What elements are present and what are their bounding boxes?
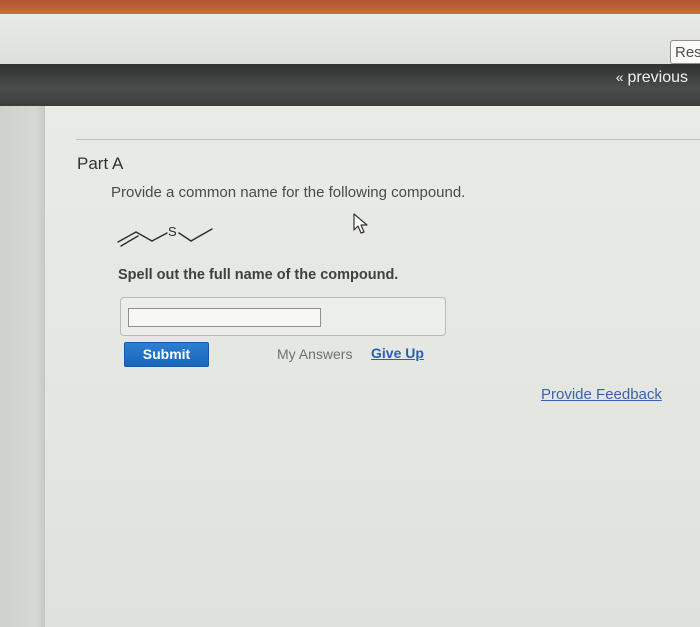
left-margin <box>0 106 45 627</box>
question-text: Provide a common name for the following … <box>111 184 466 201</box>
double-bond-line-2 <box>120 235 139 247</box>
answer-area <box>120 297 446 336</box>
section-divider <box>76 139 700 140</box>
compound-structure-image: S <box>117 224 213 247</box>
submit-button[interactable]: Submit <box>124 342 209 367</box>
previous-chevron-icon: « <box>615 69 624 85</box>
bond-line <box>190 228 213 242</box>
sulfur-atom-label: S <box>168 224 177 239</box>
top-toolbar: Res <box>0 14 700 68</box>
part-title: Part A <box>77 154 124 173</box>
reset-button[interactable]: Res <box>670 40 700 64</box>
provide-feedback-link[interactable]: Provide Feedback <box>541 386 662 403</box>
bond-line <box>178 232 192 242</box>
bond-line <box>151 232 168 242</box>
instruction-text: Spell out the full name of the compound. <box>118 267 399 283</box>
mouse-pointer-icon <box>353 213 368 234</box>
previous-label: previous <box>627 69 688 86</box>
navigation-bar: «previous <box>0 64 700 106</box>
previous-link[interactable]: «previous <box>616 69 688 87</box>
my-answers-link[interactable]: My Answers <box>277 346 352 362</box>
give-up-link[interactable]: Give Up <box>371 345 424 361</box>
double-bond-line-1 <box>117 231 137 243</box>
answer-input[interactable] <box>128 308 321 327</box>
